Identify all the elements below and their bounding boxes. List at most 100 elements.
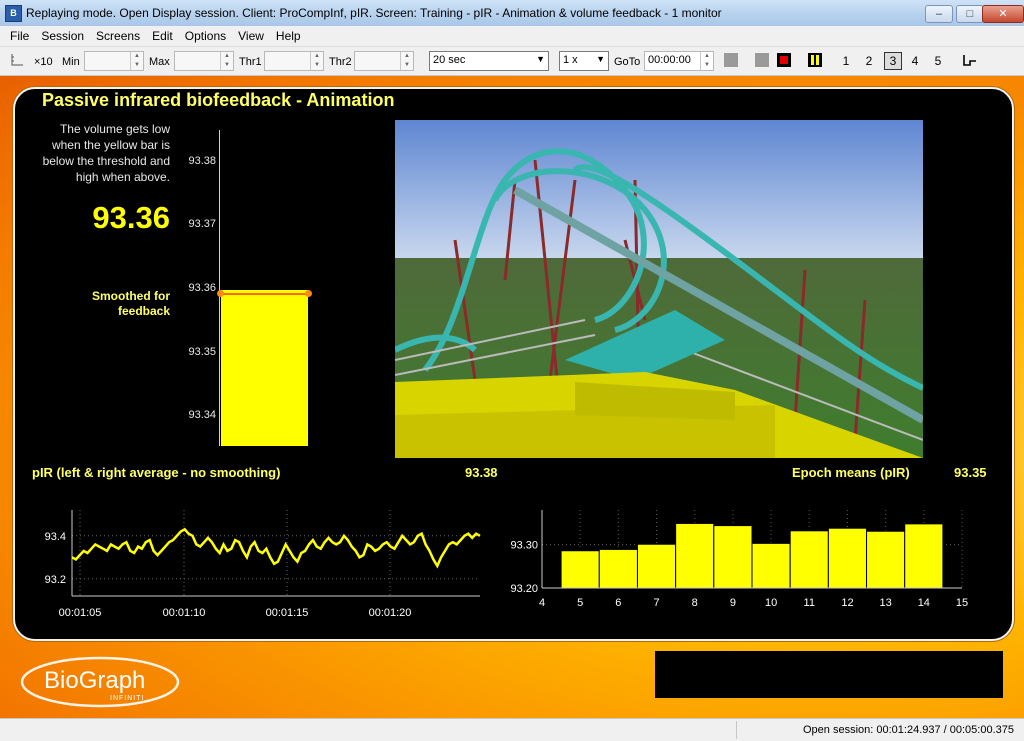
menu-file[interactable]: File — [0, 26, 35, 46]
axis-icon[interactable] — [10, 53, 24, 67]
bar-meter-tick: 93.36 — [188, 282, 216, 294]
threshold-handle-left[interactable] — [217, 290, 224, 297]
smoothed-label: feedback — [117, 304, 170, 318]
bar-meter-tick: 93.34 — [188, 409, 216, 421]
thr2-label: Thr2 — [329, 56, 352, 68]
zoom-x10-button[interactable]: ×10 — [34, 56, 53, 68]
rollercoaster-animation — [395, 120, 923, 458]
biograph-logo: BioGraph INFINITI — [20, 656, 180, 708]
pir-label: pIR (left & right average - no smoothing… — [32, 465, 281, 480]
x-tick-label: 8 — [692, 597, 698, 609]
min-input[interactable]: ▲ ▼ — [84, 51, 144, 71]
bar-meter-axis — [219, 130, 220, 446]
minimize-button[interactable]: – — [925, 5, 953, 23]
max-input[interactable]: ▲ ▼ — [174, 51, 234, 71]
goto-input[interactable]: 00:00:00 ▲ ▼ — [644, 51, 714, 71]
bar-meter-tick: 93.35 — [188, 346, 216, 358]
x-tick-label: 14 — [918, 597, 930, 609]
series-line — [71, 527, 481, 569]
threshold-line[interactable] — [220, 293, 310, 295]
screen-2-button[interactable]: 2 — [861, 53, 877, 69]
instruction-line: high when above. — [75, 170, 170, 184]
epoch-bar — [751, 542, 791, 589]
x-tick-label: 12 — [841, 597, 853, 609]
title-bar[interactable]: B Replaying mode. Open Display session. … — [0, 0, 1024, 27]
epoch-bar — [827, 527, 868, 589]
menu-screens[interactable]: Screens — [90, 26, 146, 46]
epoch-bar-chart: 93.30 93.204 5 6 7 8 9 10 11 12 13 14 15 — [510, 510, 968, 609]
epoch-bar — [866, 530, 906, 589]
thr2-input[interactable]: ▲ ▼ — [354, 51, 414, 71]
duration-select[interactable]: 20 sec ▼ — [429, 51, 549, 71]
feedback-bar — [221, 290, 308, 446]
bar-meter-tick: 93.37 — [188, 218, 216, 230]
instruction-line: The volume gets low — [59, 122, 170, 136]
status-divider — [736, 721, 737, 739]
y-tick-label: 93.2 — [45, 574, 66, 586]
x-tick-label: 13 — [880, 597, 892, 609]
smoothed-label: Smoothed for — [92, 289, 170, 303]
instruction-line: below the threshold and — [42, 154, 170, 168]
chevron-down-icon: ▼ — [536, 54, 545, 64]
x-tick-label: 7 — [653, 597, 659, 609]
panel-title: Passive infrared biofeedback - Animation — [42, 90, 395, 110]
instruction-line: when the yellow bar is — [51, 138, 170, 152]
epoch-bar — [598, 548, 638, 589]
x-tick-label: 15 — [956, 597, 968, 609]
pir-value: 93.38 — [465, 465, 498, 480]
epoch-label: Epoch means (pIR) — [792, 465, 910, 480]
screen-4-button[interactable]: 4 — [907, 53, 923, 69]
menu-edit[interactable]: Edit — [146, 26, 179, 46]
menu-session[interactable]: Session — [35, 26, 90, 46]
window-title: Replaying mode. Open Display session. Cl… — [26, 6, 722, 20]
epoch-bar — [904, 523, 944, 589]
record-off-icon[interactable] — [724, 53, 738, 67]
speed-select[interactable]: 1 x ▼ — [559, 51, 609, 71]
min-label: Min — [62, 56, 80, 68]
threshold-handle-right[interactable] — [305, 290, 312, 297]
x-tick-label: 10 — [765, 597, 777, 609]
x-tick-label: 4 — [539, 597, 545, 609]
epoch-value: 93.35 — [954, 465, 987, 480]
max-label: Max — [149, 56, 170, 68]
x-tick-label: 00:01:05 — [59, 607, 102, 619]
epoch-bar — [560, 550, 600, 589]
x-tick-label: 5 — [577, 597, 583, 609]
screen-3-button[interactable]: 3 — [884, 52, 902, 70]
epoch-bar — [675, 522, 715, 589]
menu-options[interactable]: Options — [179, 26, 232, 46]
smoothed-value: 93.36 — [92, 200, 170, 235]
close-button[interactable]: ✕ — [982, 5, 1024, 23]
svg-text:BioGraph: BioGraph — [44, 667, 145, 694]
screen-1-button[interactable]: 1 — [838, 53, 854, 69]
biograph-icon[interactable]: B — [5, 5, 22, 22]
blank-display-area — [655, 651, 1003, 698]
bar-meter-tick: 93.38 — [188, 155, 216, 167]
svg-text:INFINITI: INFINITI — [110, 695, 144, 702]
pause-off-icon[interactable] — [755, 53, 769, 67]
epoch-bar — [713, 525, 753, 589]
screen-5-button[interactable]: 5 — [930, 53, 946, 69]
x-tick-label: 9 — [730, 597, 736, 609]
y-tick-label: 93.30 — [510, 540, 538, 552]
goto-label: GoTo — [614, 56, 641, 68]
y-tick-label: 93.4 — [45, 531, 66, 543]
x-tick-label: 00:01:10 — [163, 607, 206, 619]
stop-icon[interactable] — [777, 53, 791, 67]
toolbar: ×10 Min ▲ ▼ Max ▲ ▼ Thr1 ▲ ▼ Thr2 ▲ ▼ 20 sec… — [0, 47, 1024, 76]
y-tick-label: 93.20 — [510, 583, 538, 595]
pause-icon[interactable] — [808, 53, 822, 67]
x-tick-label: 00:01:15 — [266, 607, 309, 619]
pir-line-chart: 93.4 93.2 00:01:05 00:01:10 00:01:15 00:01:20 — [45, 510, 481, 619]
status-bar: Open session: 00:01:24.937 / 00:05:00.37… — [0, 718, 1024, 741]
menu-view[interactable]: View — [232, 26, 270, 46]
maximize-button[interactable]: □ — [956, 5, 984, 23]
menu-help[interactable]: Help — [270, 26, 307, 46]
thr1-input[interactable]: ▲ ▼ — [264, 51, 324, 71]
thr1-label: Thr1 — [239, 56, 262, 68]
x-tick-label: 11 — [804, 597, 815, 609]
session-status: Open session: 00:01:24.937 / 00:05:00.37… — [803, 724, 1014, 736]
menu-bar: File Session Screens Edit Options View Help — [0, 26, 1024, 47]
epoch-bar — [636, 543, 677, 589]
step-icon[interactable] — [962, 53, 978, 69]
